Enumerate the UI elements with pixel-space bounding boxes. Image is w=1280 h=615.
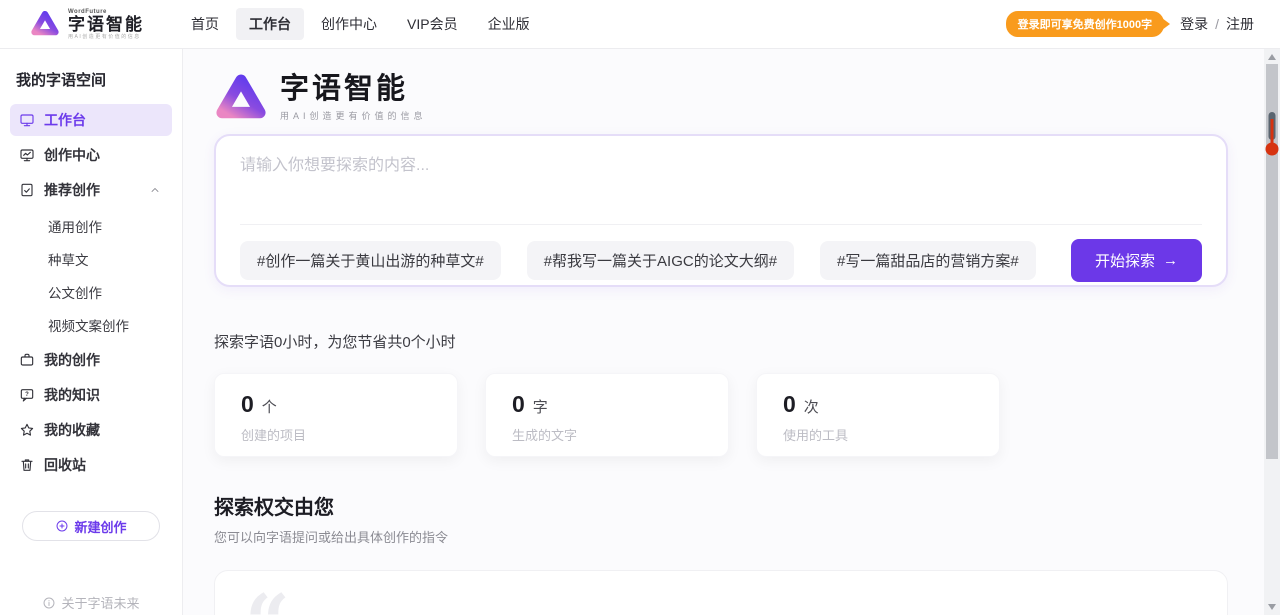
sample-prompts-card: “ 字语智能是什么? 嘿，帮我创作一篇北京出游攻略	[214, 570, 1228, 615]
stat-unit: 字	[533, 396, 548, 417]
sidebar: 我的字语空间 工作台 创作中心 推荐创作 通用创作 种草文 公文创作 视频文案创	[0, 49, 183, 615]
arrow-right-icon: →	[1163, 252, 1178, 269]
info-circle-icon	[42, 596, 56, 610]
brand-name: 字语智能	[68, 16, 144, 33]
sidebar-item-recommended-creation[interactable]: 推荐创作	[10, 174, 172, 206]
brand-logo[interactable]: WordFuture 字语智能 用AI创造更有价值的信息	[30, 9, 144, 40]
about-link[interactable]: 关于字语未来	[0, 593, 182, 612]
trash-icon	[19, 457, 35, 473]
sidebar-item-my-creations[interactable]: 我的创作	[10, 344, 172, 376]
search-input[interactable]	[240, 151, 1202, 213]
briefcase-icon	[19, 352, 35, 368]
new-creation-label: 新建创作	[74, 517, 126, 536]
sidebar-item-label: 我的创作	[44, 350, 100, 370]
login-link[interactable]: 登录	[1180, 14, 1208, 34]
hero-triangle-icon	[214, 71, 268, 125]
sidebar-item-my-knowledge[interactable]: ? 我的知识	[10, 379, 172, 411]
search-card: #创作一篇关于黄山出游的种草文# #帮我写一篇关于AIGC的论文大纲# #写一篇…	[214, 134, 1228, 287]
stat-unit: 次	[804, 396, 819, 417]
stat-value: 0	[512, 391, 525, 418]
star-icon	[19, 422, 35, 438]
sidebar-subitem-official-doc[interactable]: 公文创作	[0, 275, 182, 308]
svg-text:?: ?	[25, 392, 29, 398]
stat-label: 创建的项目	[241, 425, 431, 444]
stat-card-tools: 0 次 使用的工具	[756, 373, 1000, 457]
register-link[interactable]: 注册	[1226, 14, 1254, 34]
stat-value: 0	[241, 391, 254, 418]
top-navbar: WordFuture 字语智能 用AI创造更有价值的信息 首页 工作台 创作中心…	[0, 0, 1280, 49]
explore-section-subtitle: 您可以向字语提问或给出具体创作的指令	[214, 527, 1228, 546]
sidebar-subitem-general[interactable]: 通用创作	[0, 209, 182, 242]
sidebar-item-label: 工作台	[44, 110, 86, 130]
sidebar-item-label: 我的知识	[44, 385, 100, 405]
sidebar-item-recycle-bin[interactable]: 回收站	[10, 449, 172, 481]
nav-item-workbench[interactable]: 工作台	[236, 8, 304, 40]
sidebar-title: 我的字语空间	[0, 69, 182, 90]
main-nav: 首页 工作台 创作中心 VIP会员 企业版	[178, 8, 543, 40]
suggestion-chip-dessert[interactable]: #写一篇甜品店的营销方案#	[820, 241, 1036, 280]
suggestion-chip-huangshan[interactable]: #创作一篇关于黄山出游的种草文#	[240, 241, 501, 280]
stat-label: 生成的文字	[512, 425, 702, 444]
stat-value: 0	[783, 391, 796, 418]
main-content: 字语智能 用AI创造更有价值的信息 #创作一篇关于黄山出游的种草文# #帮我写一…	[183, 49, 1280, 615]
auth-separator: /	[1215, 16, 1219, 32]
nav-item-vip[interactable]: VIP会员	[394, 8, 471, 40]
quote-icon: “	[245, 585, 284, 615]
new-creation-button[interactable]: 新建创作	[22, 511, 160, 541]
sidebar-item-workbench[interactable]: 工作台	[10, 104, 172, 136]
stats-summary: 探索字语0小时，为您节省共0个小时	[214, 331, 1228, 352]
sidebar-item-label: 推荐创作	[44, 180, 100, 200]
sidebar-item-creation-center[interactable]: 创作中心	[10, 139, 172, 171]
chat-question-icon: ?	[19, 387, 35, 403]
doc-check-icon	[19, 182, 35, 198]
sidebar-item-label: 创作中心	[44, 145, 100, 165]
start-explore-button[interactable]: 开始探索 →	[1071, 239, 1202, 282]
brand-triangle-icon	[30, 9, 60, 39]
nav-item-home[interactable]: 首页	[178, 8, 232, 40]
monitor-icon	[19, 112, 35, 128]
about-label: 关于字语未来	[61, 593, 139, 612]
sidebar-item-label: 我的收藏	[44, 420, 100, 440]
promo-badge[interactable]: 登录即可享免费创作1000字	[1006, 11, 1164, 37]
search-divider	[240, 224, 1202, 225]
hero-brand: 字语智能 用AI创造更有价值的信息	[214, 71, 1228, 125]
scrollbar-up-arrow-icon[interactable]	[1268, 54, 1276, 60]
stat-card-words: 0 字 生成的文字	[485, 373, 729, 457]
start-explore-label: 开始探索	[1095, 250, 1155, 271]
sidebar-subitem-seeding[interactable]: 种草文	[0, 242, 182, 275]
stat-card-projects: 0 个 创建的项目	[214, 373, 458, 457]
stat-label: 使用的工具	[783, 425, 973, 444]
sidebar-item-label: 回收站	[44, 455, 86, 475]
sidebar-subitem-video-copy[interactable]: 视频文案创作	[0, 308, 182, 341]
vertical-scrollbar[interactable]	[1264, 49, 1280, 615]
suggestion-chip-aigc[interactable]: #帮我写一篇关于AIGC的论文大纲#	[527, 241, 794, 280]
hero-brand-tagline: 用AI创造更有价值的信息	[280, 109, 427, 122]
plus-circle-icon	[55, 519, 69, 533]
explore-section-title: 探索权交由您	[214, 491, 1228, 520]
sidebar-item-my-favorites[interactable]: 我的收藏	[10, 414, 172, 446]
hero-brand-title: 字语智能	[280, 74, 427, 106]
monitor-chart-icon	[19, 147, 35, 163]
stat-unit: 个	[262, 396, 277, 417]
thermometer-marker-icon[interactable]	[1265, 111, 1279, 157]
chevron-up-icon[interactable]	[147, 184, 163, 196]
scrollbar-down-arrow-icon[interactable]	[1268, 604, 1276, 610]
nav-item-creation-center[interactable]: 创作中心	[308, 8, 390, 40]
brand-tagline-small: 用AI创造更有价值的信息	[68, 35, 144, 40]
nav-item-enterprise[interactable]: 企业版	[475, 8, 543, 40]
brand-subname: WordFuture	[68, 9, 144, 15]
